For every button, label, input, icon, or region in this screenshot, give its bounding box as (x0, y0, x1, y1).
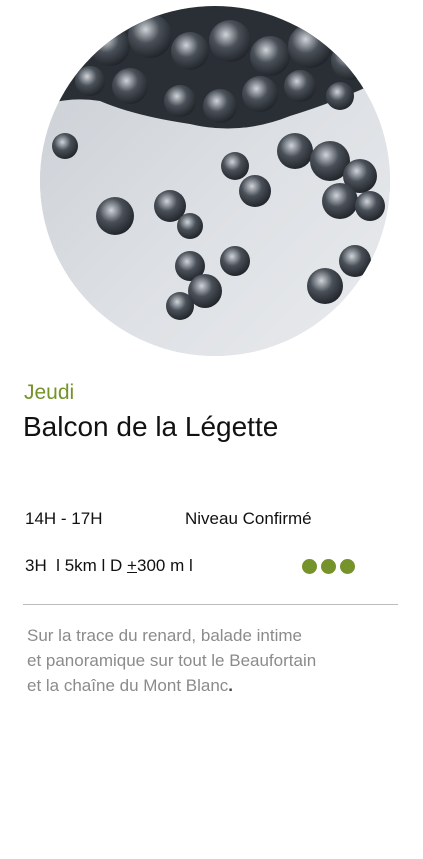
duration-value: 3H (25, 556, 47, 575)
description-text: et panoramique sur tout le Beaufortain (27, 651, 317, 670)
difficulty-dot (340, 559, 355, 574)
hike-title: Balcon de la Légette (23, 411, 279, 442)
plus-minus-sign: + (127, 556, 137, 575)
difficulty-dot (321, 559, 336, 574)
description-line: Sur la trace du renard, balade intime (27, 626, 302, 645)
difficulty-dot (302, 559, 317, 574)
description-line: et panoramique sur tout le Beaufortain (27, 648, 407, 673)
description-line: et la chaîne du Mont Blanc. (27, 673, 407, 698)
snowy-forest-aerial-photo (40, 6, 390, 356)
level-label: Niveau Confirmé (185, 509, 312, 528)
hours-label: 14H - 17H (25, 509, 103, 528)
distance-value: 5km (64, 556, 97, 575)
divider (23, 604, 398, 605)
separator: l D (96, 556, 128, 575)
elevation-value: 300 m (136, 556, 185, 575)
hike-stats: 3H l 5km l D +300 m l (25, 555, 193, 577)
separator: l (184, 556, 193, 575)
description-period: . (228, 676, 234, 695)
separator: l (46, 556, 65, 575)
description: Sur la trace du renard, balade intime et… (27, 623, 407, 698)
day-label: Jeudi (24, 381, 75, 404)
hero-image (40, 6, 390, 356)
difficulty-indicator (302, 559, 355, 574)
description-text: et la chaîne du Mont Blanc (27, 676, 229, 695)
